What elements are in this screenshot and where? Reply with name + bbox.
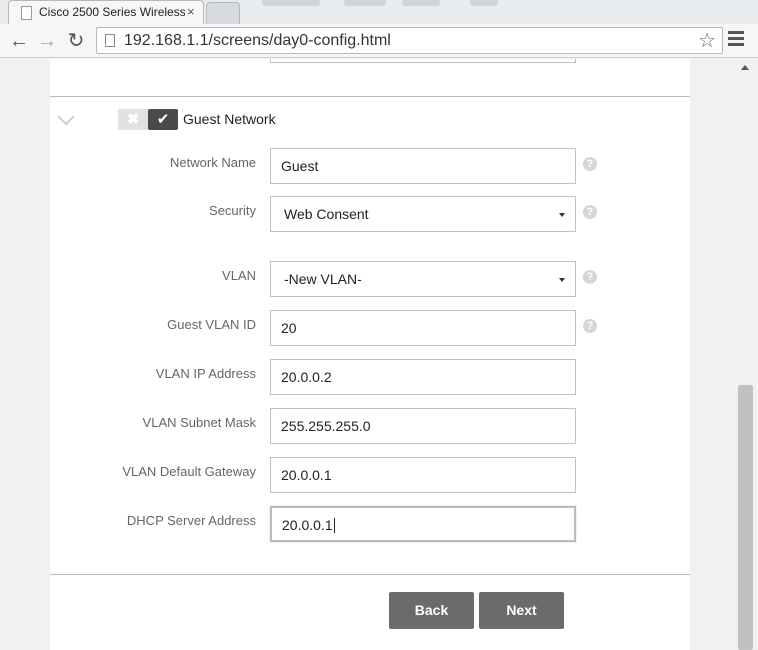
dropdown-caret-icon [559,278,565,282]
menu-icon[interactable] [728,31,744,49]
ghost-tab [344,0,386,6]
help-icon[interactable]: ? [583,157,597,171]
back-button[interactable]: Back [389,592,474,629]
ghost-tab [402,0,440,6]
form-row-vlan-ip: VLAN IP Address 20.0.0.2 [0,359,758,395]
next-button[interactable]: Next [479,592,564,629]
form-row-default-gateway: VLAN Default Gateway 20.0.0.1 [0,457,758,493]
dhcp-server-value: 20.0.0.1 [282,517,333,533]
security-label: Security [209,203,256,218]
close-tab-icon[interactable]: × [187,4,195,19]
vlan-select[interactable]: -New VLAN- [270,261,576,297]
form-row-dhcp-server: DHCP Server Address 20.0.0.1 [0,506,758,542]
previous-input[interactable] [270,59,576,63]
page-icon [105,34,115,47]
scroll-up-arrow-icon[interactable] [741,65,749,70]
address-bar[interactable]: 192.168.1.1/screens/day0-config.html ☆ [96,27,723,54]
page-viewport: ✖ ✔ Guest Network Network Name Guest ? S… [0,59,758,650]
tab-title: Cisco 2500 Series Wireless [39,5,185,19]
back-arrow-icon[interactable]: ← [8,30,30,52]
default-gateway-label: VLAN Default Gateway [122,464,256,479]
security-select[interactable]: Web Consent [270,196,576,232]
form-row-guest-vlan-id: Guest VLAN ID 20 ? [0,310,758,346]
url-text: 192.168.1.1/screens/day0-config.html [124,32,391,49]
dhcp-server-input[interactable]: 20.0.0.1 [270,506,576,542]
default-gateway-input[interactable]: 20.0.0.1 [270,457,576,493]
section-divider-bottom [50,574,690,575]
vlan-label: VLAN [222,268,256,283]
text-cursor [333,518,335,533]
new-tab-button[interactable] [206,2,240,24]
ghost-tab [262,0,320,6]
vlan-ip-label: VLAN IP Address [155,366,256,381]
section-divider-top [50,96,690,97]
browser-toolbar: ← → ↻ 192.168.1.1/screens/day0-config.ht… [0,24,758,58]
form-row-vlan: VLAN -New VLAN- ? [0,261,758,297]
browser-tab[interactable]: Cisco 2500 Series Wireless × [8,0,204,24]
reload-icon[interactable]: ↻ [65,30,87,52]
form-row-subnet-mask: VLAN Subnet Mask 255.255.255.0 [0,408,758,444]
guest-vlan-id-label: Guest VLAN ID [167,317,256,332]
vertical-scrollbar[interactable] [737,59,754,650]
dhcp-server-label: DHCP Server Address [126,513,256,528]
forward-arrow-icon[interactable]: → [36,30,58,52]
bookmark-star-icon[interactable]: ☆ [698,28,716,53]
network-name-input[interactable]: Guest [270,148,576,184]
vlan-value: -New VLAN- [284,271,362,287]
close-icon: ✖ [118,109,148,130]
subnet-mask-input[interactable]: 255.255.255.0 [270,408,576,444]
scroll-thumb[interactable] [738,385,753,650]
browser-tabstrip: Cisco 2500 Series Wireless × [0,0,758,24]
help-icon[interactable]: ? [583,205,597,219]
guest-network-toggle[interactable]: ✖ ✔ [118,109,178,130]
vlan-ip-input[interactable]: 20.0.0.2 [270,359,576,395]
form-row-network-name: Network Name Guest ? [0,148,758,184]
check-icon: ✔ [148,109,178,130]
help-icon[interactable]: ? [583,319,597,333]
guest-vlan-id-input[interactable]: 20 [270,310,576,346]
page-icon [21,6,32,20]
ghost-tab [470,0,498,6]
subnet-mask-label: VLAN Subnet Mask [142,415,256,430]
dropdown-caret-icon [559,213,565,217]
help-icon[interactable]: ? [583,270,597,284]
form-row-security: Security Web Consent ? [0,196,758,232]
security-value: Web Consent [284,206,369,222]
section-title: Guest Network [183,111,276,127]
network-name-label: Network Name [170,155,256,170]
